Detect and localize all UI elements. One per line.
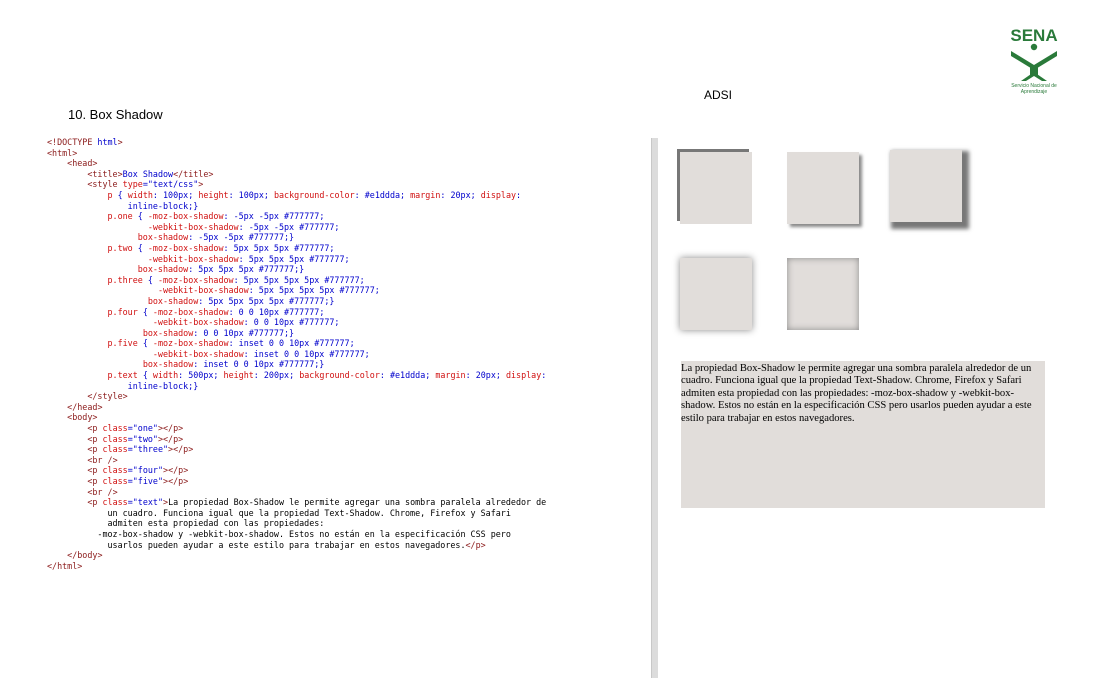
demo-text-box: La propiedad Box-Shadow le permite agreg… xyxy=(681,361,1045,508)
shadow-box-four xyxy=(680,258,752,330)
code-line: p.three { -moz-box-shadow: 5px 5px 5px 5… xyxy=(107,274,365,285)
code-line: box-shadow: inset 0 0 10px #777777;} xyxy=(142,359,325,370)
code-line: -webkit-box-shadow: 0 0 10px #777777; xyxy=(152,317,340,328)
code-line: inline-block;} xyxy=(47,380,199,391)
code-line: <p class="one"></p> xyxy=(87,423,184,434)
code-line: <p class="five"></p> xyxy=(87,476,189,486)
code-line: p.two { -moz-box-shadow: 5px 5px 5px #77… xyxy=(107,242,335,253)
code-line: <style type="text/css"> xyxy=(87,179,204,190)
code-line: <p class="two"></p> xyxy=(87,433,184,444)
code-line: <head> xyxy=(67,158,98,169)
code-line: <html> xyxy=(47,147,78,158)
code-listing: <!DOCTYPE html> <html> <head> <title>Box … xyxy=(47,137,647,571)
code-line: un cuadro. Funciona igual que la propied… xyxy=(47,507,511,518)
code-line: <br /> xyxy=(87,454,118,465)
code-line: <!DOCTYPE html> xyxy=(47,137,123,147)
code-line: p.one { -moz-box-shadow: -5px -5px #7777… xyxy=(107,211,325,222)
shadow-box-three xyxy=(890,150,962,222)
code-line: -webkit-box-shadow: 5px 5px 5px 5px #777… xyxy=(157,285,380,296)
code-line: p.four { -moz-box-shadow: 0 0 10px #7777… xyxy=(107,306,325,317)
code-line: -webkit-box-shadow: -5px -5px #777777; xyxy=(147,221,340,232)
sena-logo: SENA Servicio Nacional de Aprendizaje xyxy=(1003,25,1065,105)
code-line: </html> xyxy=(47,560,83,571)
code-line: <p class="four"></p> xyxy=(87,465,189,476)
code-line: </body> xyxy=(67,550,103,561)
code-line: </style> xyxy=(87,391,128,402)
code-line: p.text { width: 500px; height: 200px; ba… xyxy=(107,370,547,381)
code-line: box-shadow: 0 0 10px #777777;} xyxy=(142,327,295,338)
code-line: p { width: 100px; height: 100px; backgro… xyxy=(107,189,522,200)
code-line: <br /> xyxy=(87,486,118,497)
code-line: </head> xyxy=(67,401,103,412)
shadow-box-one xyxy=(680,152,752,224)
panel-divider xyxy=(651,138,658,678)
sena-logo-caption: Servicio Nacional de Aprendizaje xyxy=(1011,83,1057,95)
code-line: -webkit-box-shadow: inset 0 0 10px #7777… xyxy=(152,348,370,359)
code-line: -webkit-box-shadow: 5px 5px 5px #777777; xyxy=(147,253,350,264)
sena-logo-text: SENA xyxy=(1010,26,1057,45)
code-line: -moz-box-shadow y -webkit-box-shadow. Es… xyxy=(47,528,511,539)
code-line: inline-block;} xyxy=(47,200,199,211)
code-line: box-shadow: 5px 5px 5px #777777;} xyxy=(137,264,305,275)
shadow-box-two xyxy=(787,152,859,224)
code-line: p.five { -moz-box-shadow: inset 0 0 10px… xyxy=(107,338,355,349)
code-line: <title>Box Shadow</title> xyxy=(87,168,214,179)
section-title: 10. Box Shadow xyxy=(68,107,163,122)
code-line: <body> xyxy=(67,412,98,423)
shadow-box-five xyxy=(787,258,859,330)
code-line: <p class="text">La propiedad Box-Shadow … xyxy=(87,497,547,508)
code-line: box-shadow: 5px 5px 5px 5px #777777;} xyxy=(147,295,335,306)
code-line: box-shadow: -5px -5px #777777;} xyxy=(137,232,295,243)
code-line: usarlos pueden ayudar a este estilo para… xyxy=(47,539,486,550)
sena-logo-icon: SENA xyxy=(1010,26,1058,81)
adsi-label: ADSI xyxy=(704,88,733,102)
code-line: admiten esta propiedad con las propiedad… xyxy=(47,518,325,529)
code-line: <p class="three"></p> xyxy=(87,444,194,455)
